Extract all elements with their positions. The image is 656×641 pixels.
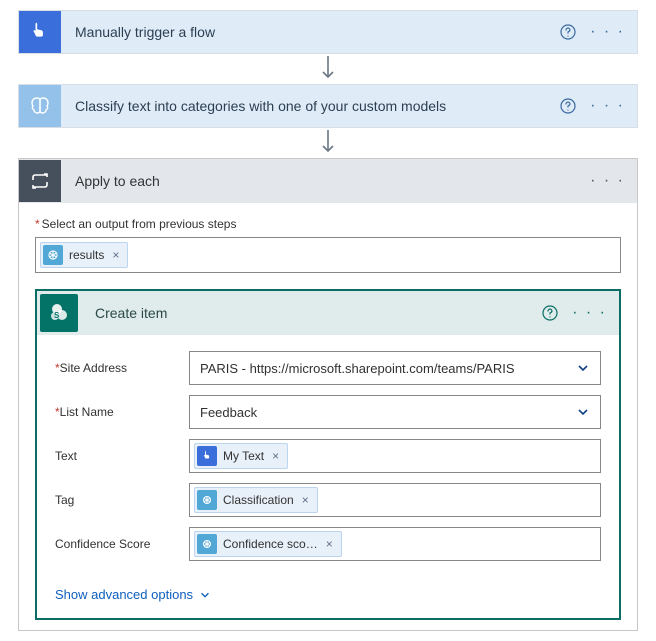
confidence-label: Confidence Score bbox=[55, 537, 189, 551]
ai-icon bbox=[197, 534, 217, 554]
text-label: Text bbox=[55, 449, 189, 463]
svg-text:S: S bbox=[54, 311, 60, 320]
flow-arrow-icon bbox=[18, 54, 638, 84]
token-my-text[interactable]: My Text × bbox=[194, 443, 288, 469]
token-results[interactable]: results × bbox=[40, 242, 128, 268]
touch-icon bbox=[19, 11, 61, 53]
remove-token-icon[interactable]: × bbox=[110, 248, 121, 262]
site-address-select[interactable]: PARIS - https://microsoft.sharepoint.com… bbox=[189, 351, 601, 385]
token-confidence-score[interactable]: Confidence sco… × bbox=[194, 531, 342, 557]
confidence-input[interactable]: Confidence sco… × bbox=[189, 527, 601, 561]
remove-token-icon[interactable]: × bbox=[324, 537, 335, 551]
create-item-header[interactable]: S Create item · · · bbox=[37, 291, 619, 335]
step-title: Create item bbox=[81, 305, 542, 321]
select-output-label: *Select an output from previous steps bbox=[35, 217, 621, 231]
site-address-label: *Site Address bbox=[55, 361, 189, 375]
ai-icon bbox=[43, 245, 63, 265]
remove-token-icon[interactable]: × bbox=[300, 493, 311, 507]
help-icon[interactable] bbox=[542, 305, 558, 321]
help-icon[interactable] bbox=[560, 24, 576, 40]
help-icon[interactable] bbox=[560, 98, 576, 114]
list-name-label: *List Name bbox=[55, 405, 189, 419]
touch-icon bbox=[197, 446, 217, 466]
step-card-apply-to-each: Apply to each · · · *Select an output fr… bbox=[18, 158, 638, 631]
loop-icon bbox=[19, 160, 61, 202]
more-icon[interactable]: · · · bbox=[590, 97, 625, 115]
list-name-select[interactable]: Feedback bbox=[189, 395, 601, 429]
chevron-down-icon bbox=[576, 405, 590, 419]
chevron-down-icon bbox=[576, 361, 590, 375]
more-icon[interactable]: · · · bbox=[590, 172, 625, 190]
more-icon[interactable]: · · · bbox=[572, 304, 607, 322]
token-classification[interactable]: Classification × bbox=[194, 487, 318, 513]
show-advanced-options-link[interactable]: Show advanced options bbox=[55, 583, 211, 606]
select-output-input[interactable]: results × bbox=[35, 237, 621, 273]
tag-input[interactable]: Classification × bbox=[189, 483, 601, 517]
chevron-down-icon bbox=[199, 589, 211, 601]
ai-brain-icon bbox=[19, 85, 61, 127]
step-card-classify[interactable]: Classify text into categories with one o… bbox=[18, 84, 638, 128]
remove-token-icon[interactable]: × bbox=[270, 449, 281, 463]
ai-icon bbox=[197, 490, 217, 510]
apply-header[interactable]: Apply to each · · · bbox=[19, 159, 637, 203]
flow-arrow-icon bbox=[18, 128, 638, 158]
text-input[interactable]: My Text × bbox=[189, 439, 601, 473]
step-title: Manually trigger a flow bbox=[61, 24, 560, 40]
sharepoint-icon: S bbox=[40, 294, 78, 332]
step-title: Apply to each bbox=[61, 173, 590, 189]
tag-label: Tag bbox=[55, 493, 189, 507]
step-title: Classify text into categories with one o… bbox=[61, 98, 560, 114]
step-card-trigger[interactable]: Manually trigger a flow · · · bbox=[18, 10, 638, 54]
more-icon[interactable]: · · · bbox=[590, 23, 625, 41]
step-card-create-item: S Create item · · · *Site Address bbox=[35, 289, 621, 620]
